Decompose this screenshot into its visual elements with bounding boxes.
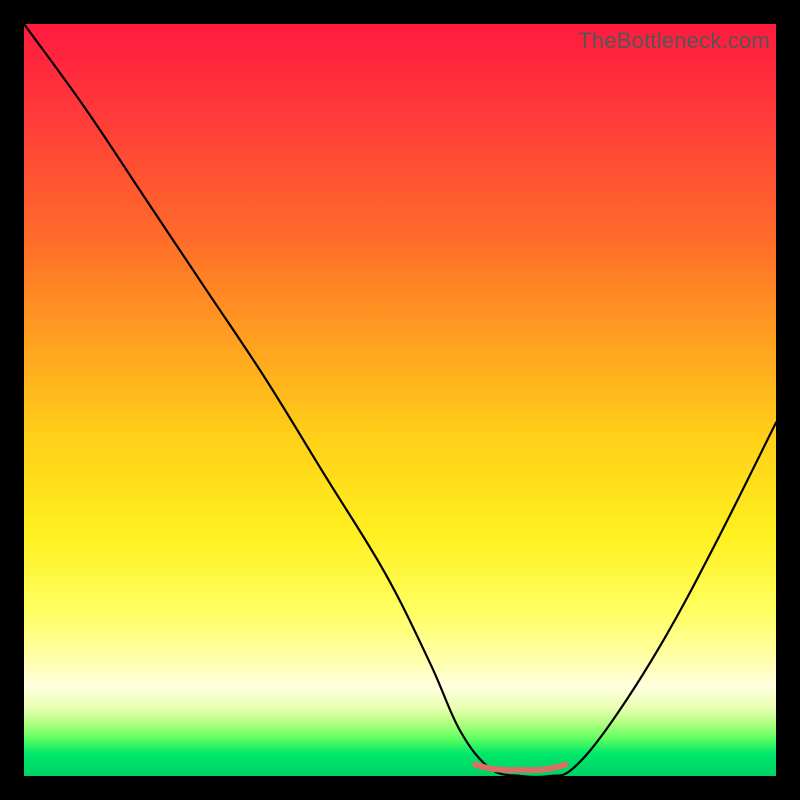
chart-svg — [24, 24, 776, 776]
bottleneck-curve-line — [24, 24, 776, 776]
optimal-zone-marker — [475, 765, 565, 770]
chart-frame: TheBottleneck.com — [24, 24, 776, 776]
watermark-text: TheBottleneck.com — [578, 28, 770, 54]
